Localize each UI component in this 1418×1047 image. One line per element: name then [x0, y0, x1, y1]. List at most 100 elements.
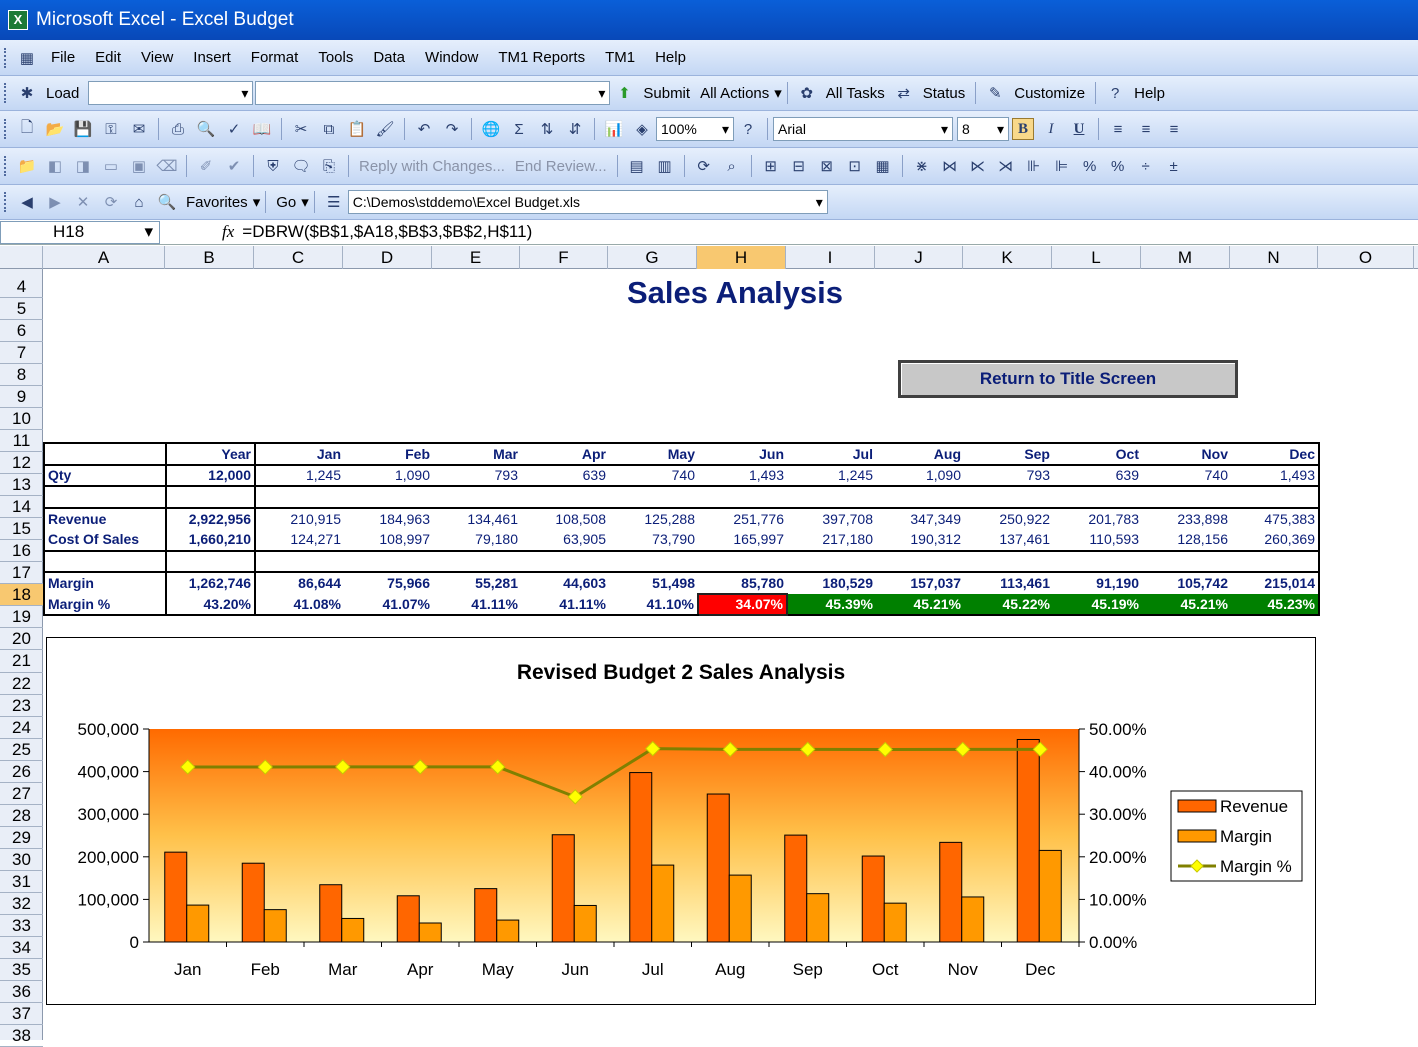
cell[interactable]: 125,288 — [609, 506, 698, 529]
cell[interactable]: 12,000 — [166, 463, 256, 487]
sort-ascending-icon[interactable]: ⇅ — [536, 118, 558, 140]
row-label[interactable] — [43, 442, 167, 465]
all-actions-button[interactable]: All Actions — [695, 85, 774, 102]
search-web-icon[interactable]: 🔍 — [156, 191, 178, 213]
cell[interactable] — [964, 551, 1053, 573]
row-header[interactable]: 10 — [0, 408, 43, 431]
end-review-button[interactable]: End Review... — [510, 158, 612, 175]
row-label[interactable]: Cost Of Sales — [43, 529, 167, 552]
cell[interactable]: 45.21% — [876, 593, 964, 616]
tm1-find-icon[interactable]: ⌕ — [721, 155, 743, 177]
row-header[interactable]: 29 — [0, 827, 43, 849]
column-header[interactable]: N — [1230, 246, 1318, 269]
cell[interactable]: 45.19% — [1053, 593, 1142, 616]
row-header[interactable]: 32 — [0, 893, 43, 915]
column-header[interactable]: G — [608, 246, 697, 269]
cell[interactable]: 180,529 — [787, 571, 876, 594]
cell[interactable] — [433, 551, 521, 573]
row-label[interactable]: Margin — [43, 571, 167, 594]
tm1-calc-icon[interactable]: ± — [1163, 155, 1185, 177]
cell[interactable] — [344, 486, 433, 508]
protect-sheet-icon[interactable]: ⛨ — [262, 155, 284, 177]
status-button[interactable]: Status — [918, 85, 971, 102]
row-label[interactable]: Margin % — [43, 593, 167, 616]
tm1-percent-icon[interactable]: % — [1079, 155, 1101, 177]
reply-with-changes-button[interactable]: Reply with Changes... — [354, 158, 510, 175]
column-header[interactable]: C — [254, 246, 343, 269]
cell[interactable]: 105,742 — [1142, 571, 1231, 594]
row-header[interactable]: 33 — [0, 915, 43, 937]
bold-icon[interactable]: B — [1012, 118, 1034, 140]
tm1-ratio-icon[interactable]: ÷ — [1135, 155, 1157, 177]
tm1-grid-icon[interactable]: ▦ — [872, 155, 894, 177]
delete-comment-icon[interactable]: ⌫ — [156, 155, 178, 177]
row-header[interactable]: 5 — [0, 298, 43, 321]
row-header[interactable]: 30 — [0, 849, 43, 871]
cell[interactable]: 1,660,210 — [166, 529, 256, 552]
underline-icon[interactable]: U — [1068, 118, 1090, 140]
tm1-subset-icon[interactable]: ⋈ — [939, 155, 961, 177]
row-label[interactable] — [43, 486, 167, 508]
toolbar-grip[interactable] — [4, 156, 7, 176]
back-icon[interactable]: ◀ — [16, 191, 38, 213]
menu-window[interactable]: Window — [415, 49, 488, 66]
cell[interactable] — [964, 486, 1053, 508]
row-header[interactable]: 28 — [0, 805, 43, 827]
row-header[interactable]: 37 — [0, 1003, 43, 1025]
cell[interactable] — [698, 486, 787, 508]
cell[interactable]: 55,281 — [433, 571, 521, 594]
help-button[interactable]: Help — [1129, 85, 1170, 102]
view-combo[interactable]: ▾ — [255, 81, 611, 105]
track-changes-icon[interactable]: ✐ — [195, 155, 217, 177]
column-header[interactable]: L — [1052, 246, 1141, 269]
row-header[interactable]: 36 — [0, 981, 43, 1003]
cell[interactable]: 41.11% — [521, 593, 609, 616]
help-icon[interactable]: ? — [737, 118, 759, 140]
cell[interactable]: 108,997 — [344, 529, 433, 552]
cell[interactable]: 165,997 — [698, 529, 787, 552]
cell[interactable]: 110,593 — [1053, 529, 1142, 552]
cell[interactable]: 397,708 — [787, 506, 876, 529]
row-header[interactable]: 4 — [0, 269, 43, 299]
drawing-icon[interactable]: ◈ — [631, 118, 653, 140]
row-header[interactable]: 26 — [0, 761, 43, 783]
row-header[interactable]: 12 — [0, 452, 43, 475]
row-header[interactable]: 15 — [0, 518, 43, 541]
cell[interactable]: 2,922,956 — [166, 506, 256, 529]
cell[interactable]: 250,922 — [964, 506, 1053, 529]
cell[interactable]: 45.21% — [1142, 593, 1231, 616]
cell[interactable]: Nov — [1142, 442, 1231, 465]
cell[interactable] — [255, 551, 344, 573]
paste-icon[interactable]: 📋 — [346, 118, 368, 140]
row-header[interactable]: 31 — [0, 871, 43, 893]
open-icon[interactable]: 📂 — [44, 118, 66, 140]
load-button[interactable]: Load — [41, 85, 84, 102]
cell[interactable]: Sep — [964, 442, 1053, 465]
format-painter-icon[interactable]: 🖌 — [374, 118, 396, 140]
tm1-insert-row-icon[interactable]: ⊟ — [788, 155, 810, 177]
row-header[interactable]: 22 — [0, 673, 43, 695]
row-label[interactable]: Qty — [43, 463, 167, 487]
cell[interactable]: 740 — [1142, 463, 1231, 487]
email-icon[interactable]: ✉ — [128, 118, 150, 140]
cell[interactable]: May — [609, 442, 698, 465]
row-header[interactable]: 24 — [0, 717, 43, 739]
cell[interactable] — [255, 486, 344, 508]
home-icon[interactable]: ⌂ — [128, 191, 150, 213]
previous-comment-icon[interactable]: ◧ — [44, 155, 66, 177]
show-comment-icon[interactable]: ▭ — [100, 155, 122, 177]
cell[interactable]: 251,776 — [698, 506, 787, 529]
cell[interactable]: 34.07% — [697, 592, 788, 616]
menu-tools[interactable]: Tools — [308, 49, 363, 66]
stop-icon[interactable]: ✕ — [72, 191, 94, 213]
cell[interactable]: 639 — [521, 463, 609, 487]
row-header[interactable]: 7 — [0, 342, 43, 365]
tm1-attribute-icon[interactable]: ⋊ — [995, 155, 1017, 177]
tm1-slice-icon[interactable]: ▤ — [626, 155, 648, 177]
menu-help[interactable]: Help — [645, 49, 696, 66]
cell[interactable]: 63,905 — [521, 529, 609, 552]
cell[interactable]: Oct — [1053, 442, 1142, 465]
cell[interactable]: 41.08% — [255, 593, 344, 616]
favorites-button[interactable]: Favorites — [181, 194, 253, 211]
cell[interactable]: 639 — [1053, 463, 1142, 487]
